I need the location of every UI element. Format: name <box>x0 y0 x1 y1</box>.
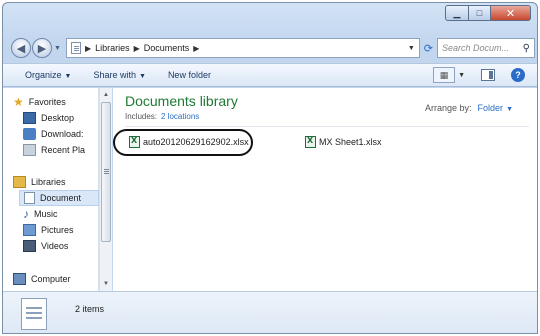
library-includes: Includes: 2 locations <box>125 112 199 121</box>
libraries-icon <box>13 176 26 188</box>
pictures-icon <box>23 224 36 236</box>
nav-downloads[interactable]: Download: <box>23 126 99 142</box>
divider <box>125 126 529 127</box>
address-dropdown-icon[interactable]: ▼ <box>408 45 415 52</box>
view-options-dropdown[interactable]: ▼ <box>458 72 465 79</box>
nav-desktop-label: Desktop <box>41 113 75 123</box>
share-with-label: Share with <box>93 70 136 80</box>
nav-recent-label: Recent Pla <box>41 145 86 155</box>
scroll-down-icon[interactable]: ▼ <box>100 279 112 289</box>
back-button[interactable]: ◀ <box>11 38 31 58</box>
desktop-icon <box>23 112 36 124</box>
address-bar[interactable]: ▶ Libraries ▶ Documents ▶ ▼ <box>65 38 420 58</box>
forward-button[interactable]: ▶ <box>32 38 52 58</box>
library-title: Documents library <box>125 93 238 109</box>
status-bar: 2 items <box>3 291 537 333</box>
maximize-button[interactable]: □ <box>469 5 491 21</box>
nav-downloads-label: Download: <box>41 129 84 139</box>
chevron-right-icon[interactable]: ▶ <box>193 44 199 53</box>
back-arrow-icon: ◀ <box>16 42 26 55</box>
command-bar: Organize ▼ Share with ▼ New folder ▦ ▼ ? <box>3 63 537 87</box>
nav-computer[interactable]: Computer <box>13 271 71 287</box>
nav-recent-places[interactable]: Recent Pla <box>23 142 99 158</box>
organize-label: Organize <box>25 70 62 80</box>
documents-icon <box>24 192 35 204</box>
navigation-pane: ★ Favorites Desktop Download: Recent Pla… <box>3 88 99 291</box>
recent-places-icon <box>23 144 36 156</box>
nav-libraries[interactable]: Libraries <box>13 174 66 190</box>
nav-videos[interactable]: Videos <box>23 238 68 254</box>
breadcrumb-libraries[interactable]: Libraries <box>95 43 130 53</box>
includes-label: Includes: <box>125 112 158 121</box>
music-note-icon: ♪ <box>23 207 29 221</box>
videos-icon <box>23 240 36 252</box>
library-document-icon <box>21 298 47 330</box>
chevron-down-icon[interactable]: ▼ <box>506 106 513 113</box>
arrange-by-value[interactable]: Folder <box>478 103 504 113</box>
scrollbar-thumb[interactable] <box>101 102 111 242</box>
search-input[interactable]: Search Docum... ⚲ <box>437 38 535 58</box>
nav-favorites-label: Favorites <box>28 97 66 107</box>
locations-link[interactable]: 2 locations <box>161 112 199 121</box>
search-placeholder: Search Docum... <box>442 43 510 53</box>
nav-pictures[interactable]: Pictures <box>23 222 74 238</box>
file-name: MX Sheet1.xlsx <box>319 137 382 147</box>
preview-pane-icon[interactable] <box>481 69 495 81</box>
refresh-icon[interactable]: ⟳ <box>424 42 433 55</box>
nav-pictures-label: Pictures <box>41 225 74 235</box>
toolbar-right: ▦ ▼ ? <box>433 67 525 83</box>
excel-file-icon <box>305 136 316 148</box>
organize-button[interactable]: Organize ▼ <box>25 70 71 80</box>
nav-computer-label: Computer <box>31 274 71 284</box>
new-folder-button[interactable]: New folder <box>168 70 211 80</box>
minimize-button[interactable]: ▁ <box>445 5 469 21</box>
item-count: 2 items <box>75 304 105 314</box>
star-icon: ★ <box>13 95 24 109</box>
nav-favorites[interactable]: ★ Favorites <box>13 94 66 110</box>
chevron-down-icon: ▼ <box>64 73 72 80</box>
nav-libraries-label: Libraries <box>31 177 66 187</box>
file-item[interactable]: MX Sheet1.xlsx <box>305 136 382 148</box>
file-list: Documents library Includes: 2 locations A… <box>113 88 537 291</box>
document-icon <box>70 42 81 54</box>
chevron-down-icon: ▼ <box>139 73 146 80</box>
search-icon[interactable]: ⚲ <box>523 43 530 54</box>
computer-icon <box>13 273 26 285</box>
arrange-by: Arrange by: Folder ▼ <box>425 103 513 113</box>
highlight-annotation <box>113 129 253 156</box>
nav-videos-label: Videos <box>41 241 69 251</box>
change-view-button[interactable]: ▦ <box>433 67 456 83</box>
nav-scrollbar[interactable]: ▲ ▼ <box>99 88 112 291</box>
nav-music-label: Music <box>34 209 58 219</box>
downloads-icon <box>23 128 36 140</box>
chevron-right-icon[interactable]: ▶ <box>134 44 140 53</box>
nav-music[interactable]: ♪ Music <box>23 206 58 222</box>
arrange-by-label: Arrange by: <box>425 103 472 113</box>
recent-pages-dropdown[interactable]: ▼ <box>54 45 61 52</box>
nav-documents[interactable]: Document <box>19 190 99 206</box>
address-row: ◀ ▶ ▼ ▶ Libraries ▶ Documents ▶ ▼ ⟳ Sear… <box>11 37 535 59</box>
nav-desktop[interactable]: Desktop <box>23 110 74 126</box>
view-grid-icon: ▦ <box>439 69 449 80</box>
chevron-right-icon[interactable]: ▶ <box>85 44 91 53</box>
explorer-window: ▁ □ ✕ ◀ ▶ ▼ ▶ Libraries ▶ Documents ▶ ▼ … <box>2 2 538 334</box>
help-icon[interactable]: ? <box>511 68 525 82</box>
close-button[interactable]: ✕ <box>491 5 531 21</box>
share-with-button[interactable]: Share with ▼ <box>93 70 145 80</box>
forward-arrow-icon: ▶ <box>37 42 47 55</box>
scroll-up-icon[interactable]: ▲ <box>100 90 112 100</box>
breadcrumb-documents[interactable]: Documents <box>144 43 190 53</box>
nav-documents-label: Document <box>40 193 82 203</box>
caption-buttons: ▁ □ ✕ <box>445 5 531 21</box>
grip-icon <box>104 169 109 170</box>
